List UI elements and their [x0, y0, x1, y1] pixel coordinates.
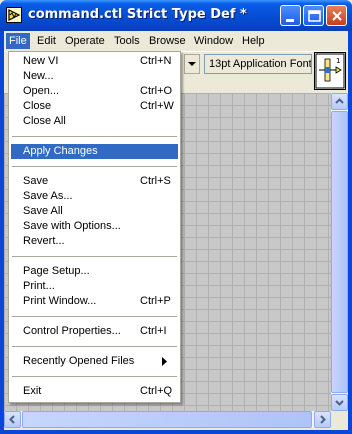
menu-item-save-as[interactable]: Save As...	[11, 189, 178, 204]
menu-item-save[interactable]: Save Ctrl+S	[11, 174, 178, 189]
menu-item-revert[interactable]: Revert...	[11, 234, 178, 249]
menu-item-save-with-options[interactable]: Save with Options...	[11, 219, 178, 234]
menu-item-label: Save	[23, 175, 49, 187]
menu-item-label: Control Properties...	[23, 325, 121, 337]
menu-item-recently-opened-files[interactable]: Recently Opened Files	[11, 354, 178, 369]
toolbar-dropdown-button[interactable]	[184, 54, 200, 74]
minimize-button[interactable]	[280, 5, 301, 26]
connector-pane-icon[interactable]: 1	[314, 52, 346, 90]
menu-item-label: Close	[23, 100, 52, 112]
maximize-icon	[308, 10, 321, 22]
vertical-scroll-thumb[interactable]	[331, 111, 348, 393]
minimize-icon	[286, 19, 294, 22]
menu-item-close[interactable]: Close Ctrl+W	[11, 99, 178, 114]
menu-item-label: New VI	[23, 55, 59, 67]
menu-separator	[12, 346, 177, 347]
menu-item-page-setup[interactable]: Page Setup...	[11, 264, 178, 279]
menu-item-close-all[interactable]: Close All	[11, 114, 178, 129]
menu-separator	[12, 166, 177, 167]
scroll-right-button[interactable]	[314, 411, 331, 428]
menu-item-label: Open...	[23, 85, 60, 97]
scroll-left-button[interactable]	[4, 411, 21, 428]
menu-file[interactable]: File	[6, 33, 30, 49]
submenu-arrow-icon	[162, 357, 167, 366]
font-selector[interactable]: 13pt Application Font	[204, 54, 312, 74]
menu-edit[interactable]: Edit	[34, 33, 59, 49]
menu-item-label: Close All	[23, 115, 66, 127]
menu-item-control-properties[interactable]: Control Properties... Ctrl+I	[11, 324, 178, 339]
menu-item-label: Save As...	[23, 190, 73, 202]
maximize-button[interactable]	[303, 5, 324, 26]
menu-window[interactable]: Window	[191, 33, 236, 49]
window-frame-bottom	[0, 430, 352, 434]
horizontal-scroll-thumb[interactable]	[22, 411, 312, 428]
menu-item-label: Recently Opened Files	[23, 355, 135, 367]
close-icon	[332, 11, 342, 21]
menu-item-label: Print Window...	[23, 295, 97, 307]
menu-item-exit[interactable]: Exit Ctrl+Q	[11, 384, 178, 399]
window-title: command.ctl Strict Type Def *	[28, 7, 247, 22]
vertical-scrollbar[interactable]	[331, 93, 348, 411]
horizontal-scrollbar[interactable]	[4, 411, 331, 428]
scroll-down-icon	[335, 400, 344, 406]
menu-item-shortcut: Ctrl+S	[140, 175, 171, 187]
menu-item-label: Exit	[23, 385, 42, 397]
title-bar[interactable]: command.ctl Strict Type Def *	[0, 0, 352, 31]
menu-item-open[interactable]: Open... Ctrl+O	[11, 84, 178, 99]
chevron-down-icon	[188, 62, 196, 66]
scroll-up-icon	[335, 98, 344, 104]
menu-item-new[interactable]: New...	[11, 69, 178, 84]
menu-item-print-window[interactable]: Print Window... Ctrl+P	[11, 294, 178, 309]
labview-window: command.ctl Strict Type Def * File Edit …	[0, 0, 352, 434]
scroll-up-button[interactable]	[331, 93, 348, 110]
scroll-right-icon	[320, 415, 326, 424]
menu-separator	[12, 316, 177, 317]
file-menu-dropdown: New VI Ctrl+N New... Open... Ctrl+O Clos…	[8, 51, 181, 403]
menu-help[interactable]: Help	[239, 33, 268, 49]
menu-item-apply-changes[interactable]: Apply Changes	[11, 144, 178, 159]
menu-item-label: Print...	[23, 280, 55, 292]
menu-operate[interactable]: Operate	[62, 33, 108, 49]
scrollbar-corner	[331, 411, 348, 428]
menu-item-label: Page Setup...	[23, 265, 90, 277]
menu-separator	[12, 136, 177, 137]
menu-item-new-vi[interactable]: New VI Ctrl+N	[11, 54, 178, 69]
menu-browse[interactable]: Browse	[146, 33, 189, 49]
menu-item-label: Revert...	[23, 235, 65, 247]
menu-bar: File Edit Operate Tools Browse Window He…	[4, 31, 348, 51]
labview-app-icon[interactable]	[6, 7, 22, 23]
scroll-down-button[interactable]	[331, 394, 348, 411]
close-button[interactable]	[326, 5, 347, 26]
window-frame-right	[348, 31, 352, 434]
menu-item-shortcut: Ctrl+N	[140, 55, 172, 67]
window-frame-left	[0, 31, 4, 434]
menu-item-shortcut: Ctrl+W	[140, 100, 174, 112]
menu-item-label: Save with Options...	[23, 220, 121, 232]
menu-item-label: New...	[23, 70, 54, 82]
menu-separator	[12, 376, 177, 377]
menu-tools[interactable]: Tools	[111, 33, 143, 49]
menu-item-label: Apply Changes	[23, 145, 98, 157]
svg-text:1: 1	[336, 57, 340, 65]
menu-separator	[12, 256, 177, 257]
scroll-left-icon	[9, 415, 15, 424]
menu-item-shortcut: Ctrl+P	[140, 295, 171, 307]
menu-item-label: Save All	[23, 205, 63, 217]
menu-item-shortcut: Ctrl+O	[140, 85, 173, 97]
menu-item-save-all[interactable]: Save All	[11, 204, 178, 219]
menu-item-print[interactable]: Print...	[11, 279, 178, 294]
menu-item-shortcut: Ctrl+I	[140, 325, 167, 337]
menu-item-shortcut: Ctrl+Q	[140, 385, 173, 397]
